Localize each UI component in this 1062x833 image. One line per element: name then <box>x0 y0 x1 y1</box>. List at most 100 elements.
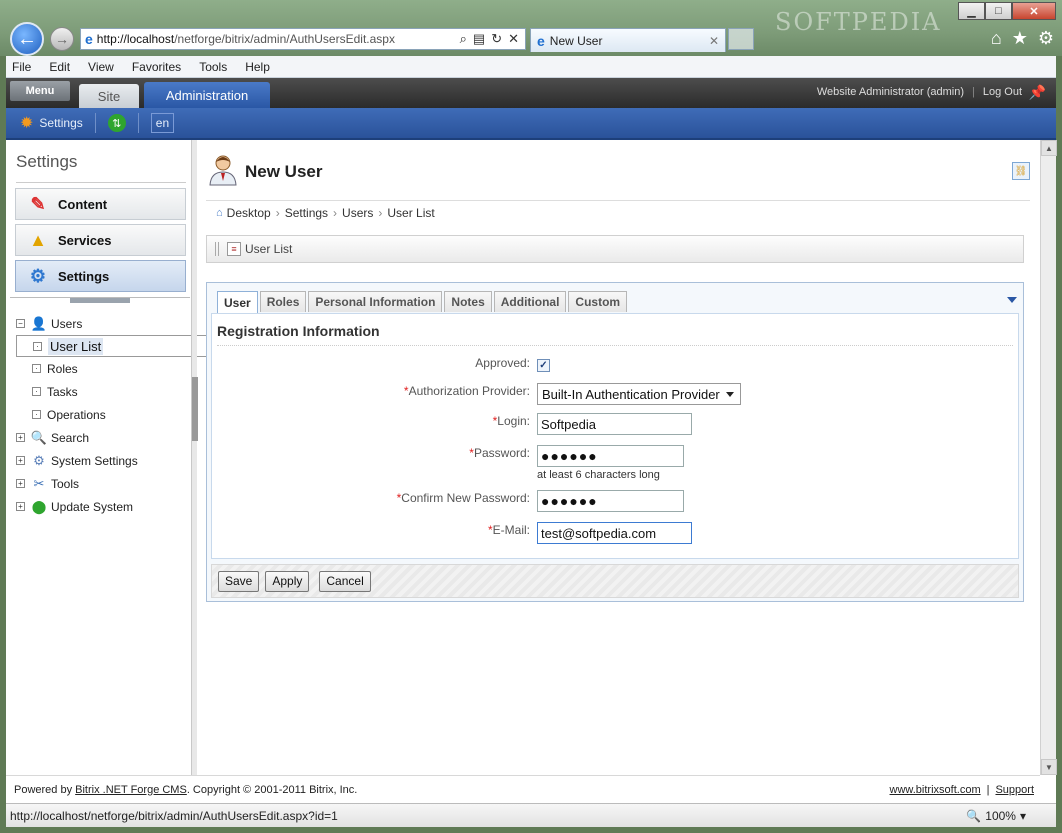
sidebar-button-label: Content <box>58 196 108 212</box>
favorites-star-icon[interactable]: ★ <box>1012 28 1028 49</box>
administration-tab[interactable]: Administration <box>144 82 270 108</box>
footer-site-link[interactable]: www.bitrixsoft.com <box>890 784 981 796</box>
expand-toggle[interactable]: + <box>16 502 25 511</box>
tree-item-label: Tools <box>51 476 80 491</box>
back-button[interactable]: ← <box>10 22 44 56</box>
save-button[interactable]: Save <box>218 570 260 592</box>
tree-item-update-system[interactable]: + ⬤ Update System <box>16 495 220 518</box>
email-input[interactable]: test@softpedia.com <box>537 522 692 544</box>
tools-icon: ✂ <box>33 475 45 491</box>
user-list-link[interactable]: User List <box>245 242 292 256</box>
scroll-up-icon[interactable]: ▲ <box>1041 140 1057 156</box>
close-button[interactable]: ✕ <box>1012 2 1056 20</box>
toolbar-separator <box>137 113 139 133</box>
list-icon: ≡ <box>227 242 241 256</box>
tree-item-system-settings[interactable]: + ⚙ System Settings <box>16 449 220 472</box>
tree-item-tools[interactable]: + ✂ Tools <box>16 472 220 495</box>
approved-checkbox[interactable]: ✓ <box>537 359 550 372</box>
home-icon[interactable]: ⌂ <box>991 28 1002 49</box>
password-label: *Password: <box>469 446 530 460</box>
apply-button[interactable]: Apply <box>265 570 310 592</box>
menu-view[interactable]: View <box>88 60 114 74</box>
menu-favorites[interactable]: Favorites <box>132 60 181 74</box>
tree-item-tasks[interactable]: · Tasks <box>16 380 220 403</box>
menu-file[interactable]: File <box>12 60 31 74</box>
collapse-handle[interactable] <box>70 298 130 303</box>
collapse-toggle[interactable]: − <box>16 319 25 328</box>
page-scrollbar[interactable]: ▲ ▼ <box>1040 140 1057 775</box>
tree-item-label: Users <box>51 316 83 331</box>
admin-user-area: Website Administrator (admin) | Log Out <box>817 86 1022 98</box>
compat-view-icon[interactable]: ▤ <box>473 31 485 47</box>
sidebar-content-button[interactable]: ✎ Content <box>15 188 186 220</box>
browser-tab[interactable]: e New User ✕ <box>530 28 726 52</box>
sidebar-services-button[interactable]: ▲ Services <box>15 224 186 256</box>
tree-item-operations[interactable]: · Operations <box>16 403 220 426</box>
tree-item-roles[interactable]: · Roles <box>16 357 220 380</box>
ie-tab-icon: e <box>537 32 545 49</box>
menu-edit[interactable]: Edit <box>49 60 70 74</box>
link-icon[interactable]: ⛓ <box>1012 162 1030 180</box>
tab-roles[interactable]: Roles <box>259 291 307 312</box>
section-title: Registration Information <box>217 323 380 339</box>
sidebar-splitter[interactable] <box>191 140 198 775</box>
login-input[interactable]: Softpedia <box>537 413 692 435</box>
address-path: /netforge/bitrix/admin/AuthUsersEdit.asp… <box>174 32 395 46</box>
tab-custom[interactable]: Custom <box>568 291 628 312</box>
zoom-control[interactable]: 🔍 100% ▾ <box>966 809 1026 823</box>
tab-personal-information[interactable]: Personal Information <box>308 291 443 312</box>
expand-toggle[interactable]: + <box>16 479 25 488</box>
section-divider <box>217 345 1013 346</box>
form-panel: Registration Information Approved: ✓ *Au… <box>211 313 1019 559</box>
tree-item-label: Update System <box>51 499 134 514</box>
pin-icon[interactable]: 📌 <box>1029 84 1046 101</box>
splitter-grip[interactable] <box>192 377 198 441</box>
tree-item-label: Tasks <box>47 384 78 399</box>
logout-link[interactable]: Log Out <box>983 86 1022 98</box>
refresh-icon[interactable]: ↻ <box>491 31 502 47</box>
cancel-button[interactable]: Cancel <box>319 570 371 592</box>
provider-selected-value: Built-In Authentication Provider <box>542 386 720 402</box>
admin-user-name[interactable]: Website Administrator (admin) <box>817 86 964 98</box>
tools-gear-icon[interactable]: ⚙ <box>1038 28 1054 49</box>
password-input[interactable]: ●●●●●● <box>537 445 684 467</box>
minimize-button[interactable]: ▁ <box>958 2 985 20</box>
maximize-button[interactable]: □ <box>985 2 1012 20</box>
tree-item-user-list[interactable]: · User List <box>16 335 220 357</box>
expand-toggle[interactable]: + <box>16 456 25 465</box>
breadcrumb-users[interactable]: Users <box>342 206 373 220</box>
tabs-dropdown-icon[interactable] <box>1007 297 1017 303</box>
page-body: Settings ✎ Content ▲ Services ⚙ Settings… <box>6 140 1056 803</box>
address-bar[interactable]: e http://localhost /netforge/bitrix/admi… <box>80 28 526 50</box>
tab-additional[interactable]: Additional <box>493 291 567 312</box>
menu-help[interactable]: Help <box>245 60 270 74</box>
toolbar-settings-link[interactable]: Settings <box>39 116 82 130</box>
update-icon[interactable]: ⇅ <box>107 114 126 132</box>
sidebar-settings-button[interactable]: ⚙ Settings <box>15 260 186 292</box>
breadcrumb-desktop[interactable]: Desktop <box>227 206 271 220</box>
confirm-password-input[interactable]: ●●●●●● <box>537 490 684 512</box>
provider-select[interactable]: Built-In Authentication Provider <box>537 383 741 405</box>
footer-product-link[interactable]: Bitrix .NET Forge CMS <box>75 784 187 796</box>
new-tab-button[interactable] <box>728 28 754 50</box>
expand-toggle[interactable]: + <box>16 433 25 442</box>
search-icon[interactable]: ⌕ <box>460 31 467 47</box>
admin-menu-button[interactable]: Menu <box>10 81 70 101</box>
scroll-down-icon[interactable]: ▼ <box>1041 759 1057 775</box>
stop-icon[interactable]: ✕ <box>508 31 519 47</box>
language-button[interactable]: en <box>150 113 175 133</box>
menu-tools[interactable]: Tools <box>199 60 227 74</box>
tree-item-search[interactable]: + 🔍 Search <box>16 426 220 449</box>
site-tab[interactable]: Site <box>79 84 139 108</box>
footer-support-link[interactable]: Support <box>995 784 1034 796</box>
breadcrumb-user-list[interactable]: User List <box>387 206 434 220</box>
forward-button[interactable]: → <box>50 27 74 51</box>
tree-item-users[interactable]: − 👤 Users <box>16 312 220 335</box>
breadcrumb-settings[interactable]: Settings <box>285 206 328 220</box>
close-tab-icon[interactable]: ✕ <box>709 34 719 48</box>
back-arrow-icon: ← <box>17 27 37 50</box>
tab-user[interactable]: User <box>217 291 258 313</box>
tab-notes[interactable]: Notes <box>444 291 492 312</box>
tree-item-label: Operations <box>47 407 106 422</box>
zoom-icon: 🔍 <box>966 808 982 823</box>
